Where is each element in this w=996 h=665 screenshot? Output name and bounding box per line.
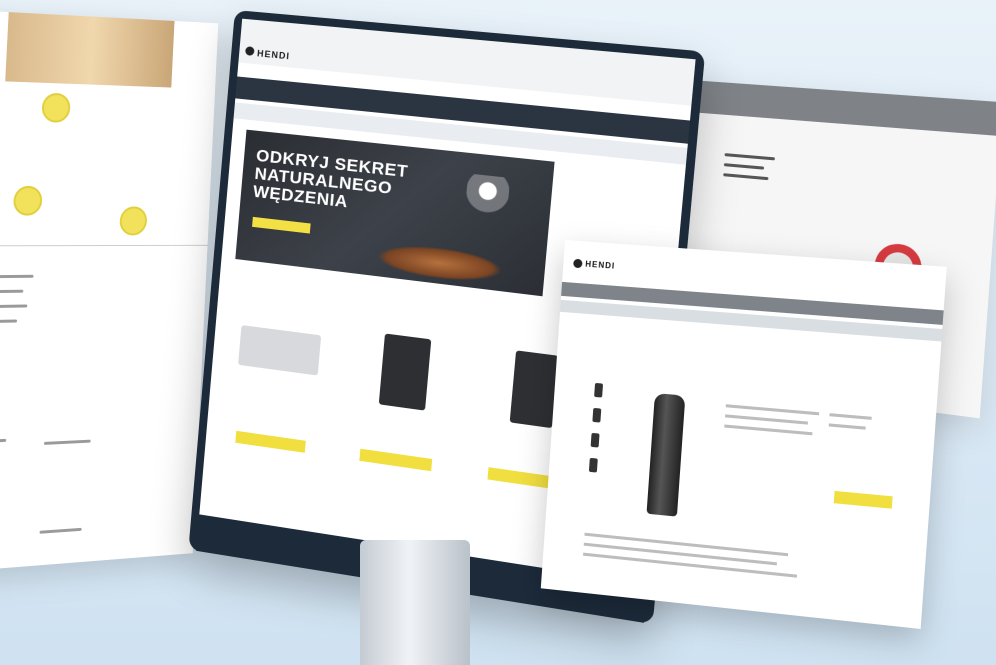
product-detail-page: HENDI <box>540 240 947 629</box>
text-line <box>724 153 776 161</box>
list-item <box>0 319 18 324</box>
header-photo <box>5 12 175 88</box>
list-item <box>39 527 82 534</box>
badge-icon <box>41 92 71 123</box>
list-item <box>43 439 91 445</box>
text-line <box>828 423 866 430</box>
thumbnail[interactable] <box>588 457 598 473</box>
thumbnail[interactable] <box>594 382 604 398</box>
divider <box>0 244 208 247</box>
logo[interactable]: HENDI <box>585 260 616 271</box>
thumbnail[interactable] <box>590 432 600 448</box>
left-floating-page <box>0 10 219 574</box>
text-line <box>724 414 808 425</box>
logo-icon <box>573 258 583 269</box>
list-item <box>0 304 28 309</box>
badge-icon <box>119 206 148 236</box>
hero-banner[interactable]: ODKRYJ SEKRET NATURALNEGO WĘDZENIA <box>235 129 555 297</box>
list-item <box>0 289 24 294</box>
hero-title: ODKRYJ SEKRET NATURALNEGO WĘDZENIA <box>252 145 409 212</box>
product-card[interactable] <box>220 303 334 468</box>
text-line <box>723 173 769 181</box>
hero-cta-button[interactable] <box>252 216 311 234</box>
add-to-cart-button[interactable] <box>235 430 306 453</box>
text-line <box>723 163 765 170</box>
add-to-cart-button[interactable] <box>833 490 893 509</box>
product-image <box>509 350 559 429</box>
product-image <box>238 325 322 376</box>
product-card[interactable] <box>344 319 461 486</box>
add-to-cart-button[interactable] <box>359 448 433 472</box>
list-item <box>0 274 34 279</box>
monitor-stand <box>360 540 470 665</box>
list-item <box>0 438 7 445</box>
text-line <box>725 404 820 416</box>
text-line <box>724 424 813 436</box>
thumbnail[interactable] <box>592 407 602 423</box>
badge-icon <box>12 185 43 216</box>
product-image <box>378 333 432 411</box>
text-line <box>829 413 872 420</box>
page-header-bar <box>687 80 996 137</box>
product-main-image <box>646 393 686 517</box>
